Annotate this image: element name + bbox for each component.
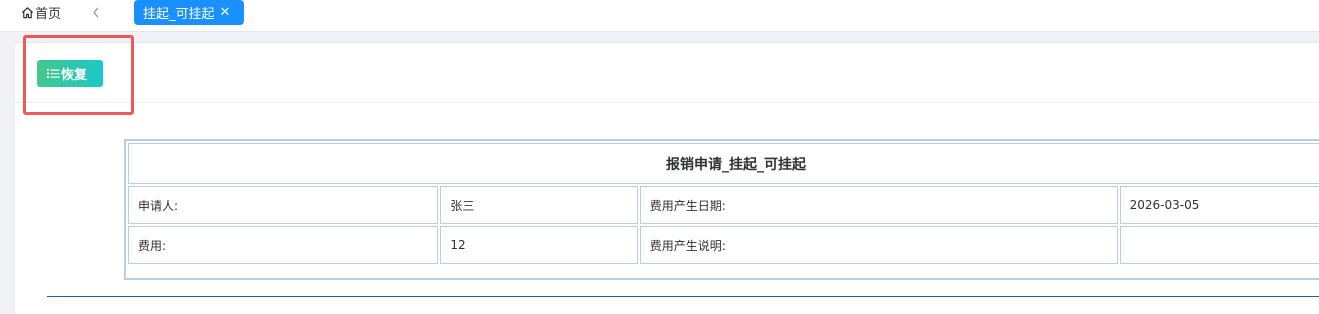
form-grid: 报销申请_挂起_可挂起 申请人: 张三 费用产生日期: 2026-03-05 费…: [126, 141, 1319, 266]
table-row: 申请人: 张三 费用产生日期: 2026-03-05: [128, 186, 1319, 224]
toolbar-divider: [14, 102, 1319, 103]
applicant-value: 张三: [440, 186, 638, 224]
form-title: 报销申请_挂起_可挂起: [128, 143, 1319, 184]
expense-label: 费用:: [128, 226, 439, 264]
table-row: 费用: 12 费用产生说明:: [128, 226, 1319, 264]
tab-active-label: 挂起_可挂起: [143, 7, 215, 22]
expense-note-value: [1119, 226, 1319, 264]
expense-date-value: 2026-03-05: [1119, 186, 1319, 224]
tab-home-label: 首页: [35, 6, 62, 22]
form-table: 报销申请_挂起_可挂起 申请人: 张三 费用产生日期: 2026-03-05 费…: [124, 139, 1319, 280]
tab-scroll-left-button[interactable]: [90, 3, 102, 21]
close-icon[interactable]: ✕: [220, 6, 231, 19]
expense-date-label: 费用产生日期:: [639, 186, 1118, 224]
form-bottom-divider: [47, 296, 1319, 297]
applicant-label: 申请人:: [128, 186, 439, 224]
home-icon: [21, 6, 34, 18]
form-title-row: 报销申请_挂起_可挂起: [128, 143, 1319, 184]
highlight-box: [23, 35, 134, 115]
tab-active[interactable]: 挂起_可挂起 ✕: [134, 0, 244, 25]
chevron-left-icon: [93, 7, 99, 17]
expense-value: 12: [440, 226, 638, 264]
expense-note-label: 费用产生说明:: [639, 226, 1118, 264]
tab-bar: 首页 挂起_可挂起 ✕: [0, 0, 1319, 32]
tab-home[interactable]: 首页: [21, 3, 62, 22]
